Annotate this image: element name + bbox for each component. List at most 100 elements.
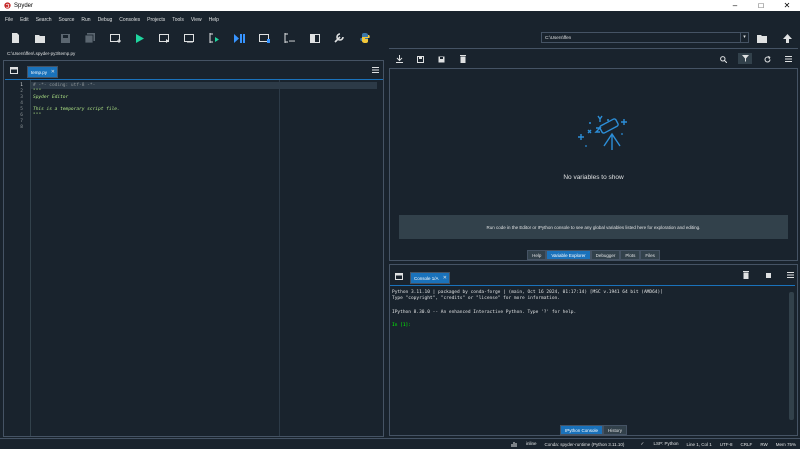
- tab-plots[interactable]: Plots: [620, 250, 641, 260]
- console-line: Type "copyright", "credits" or "license"…: [392, 296, 560, 301]
- save-data-icon[interactable]: [415, 54, 425, 64]
- chevron-down-icon[interactable]: ▾: [740, 33, 748, 42]
- browse-tabs-icon[interactable]: [394, 271, 404, 281]
- console-tab-label: Console 1/A: [414, 275, 439, 281]
- inline-plots-status[interactable]: inline: [510, 441, 536, 448]
- conda-env-status[interactable]: Conda: spyder-runtime (Python 3.11.10): [544, 442, 624, 447]
- encoding-status: UTF-8: [719, 441, 733, 447]
- save-data-as-icon[interactable]: [437, 54, 447, 64]
- new-file-icon[interactable]: [9, 32, 21, 44]
- line-number: 2: [20, 89, 23, 94]
- permissions-status: RW: [760, 441, 768, 447]
- filter-icon[interactable]: [738, 53, 752, 64]
- lsp-status[interactable]: ✓ LSP: Python: [632, 441, 678, 447]
- lsp-label: LSP: Python: [653, 441, 679, 446]
- variable-explorer-toolbar: [389, 49, 798, 69]
- code-line-comment: # -*- coding: utf-8 -*-: [33, 83, 96, 88]
- menu-projects[interactable]: Projects: [147, 17, 165, 23]
- close-tab-icon[interactable]: ✕: [51, 69, 55, 75]
- tab-ipython-console[interactable]: IPython Console: [559, 425, 603, 435]
- memory-status: Mem 75%: [775, 441, 796, 447]
- remove-all-variables-icon[interactable]: [741, 270, 751, 280]
- options-menu-icon[interactable]: [785, 270, 795, 280]
- status-bar: inline Conda: spyder-runtime (Python 3.1…: [0, 438, 800, 449]
- code-line-docstring: Spyder Editor: [33, 95, 69, 100]
- menu-debug[interactable]: Debug: [98, 17, 113, 23]
- tab-history[interactable]: History: [603, 425, 628, 435]
- menu-view[interactable]: View: [191, 17, 202, 23]
- options-menu-icon[interactable]: [783, 54, 793, 64]
- menu-file[interactable]: File: [5, 17, 13, 23]
- import-data-icon[interactable]: [394, 54, 404, 64]
- save-file-icon[interactable]: [59, 32, 71, 44]
- parent-directory-icon[interactable]: [781, 32, 793, 44]
- stop-kernel-icon[interactable]: [763, 270, 773, 280]
- edge-line: [279, 80, 280, 436]
- line-number: 7: [20, 119, 23, 124]
- search-icon[interactable]: [718, 54, 728, 64]
- open-file-icon[interactable]: [34, 32, 46, 44]
- spyder-logo-icon: [4, 2, 11, 9]
- gutter-divider: [30, 80, 31, 436]
- close-icon[interactable]: ✕: [774, 0, 800, 11]
- editor-tab-temp[interactable]: temp.py ✕: [27, 66, 58, 78]
- console-scrollbar[interactable]: [789, 292, 794, 420]
- line-number: 3: [20, 95, 23, 100]
- menu-search[interactable]: Search: [36, 17, 52, 23]
- console-output[interactable]: [390, 285, 795, 421]
- save-all-icon[interactable]: [84, 32, 96, 44]
- code-line-docstring: """: [33, 89, 42, 94]
- window-title: Spyder: [14, 2, 34, 9]
- debug-cell-icon[interactable]: [258, 32, 270, 44]
- menu-run[interactable]: Run: [81, 17, 90, 23]
- console-tab[interactable]: Console 1/A ✕: [410, 272, 450, 284]
- menu-edit[interactable]: Edit: [20, 17, 29, 23]
- pane-splitter[interactable]: [385, 48, 388, 437]
- check-icon: ✓: [640, 441, 645, 446]
- remove-all-variables-icon[interactable]: [458, 54, 468, 64]
- maximize-icon[interactable]: □: [748, 0, 774, 11]
- editor-tab-label: temp.py: [31, 69, 48, 75]
- code-editor[interactable]: [5, 79, 383, 436]
- line-number: 8: [20, 125, 23, 130]
- tab-debugger[interactable]: Debugger: [590, 250, 621, 260]
- menu-tools[interactable]: Tools: [172, 17, 184, 23]
- right-pane-tabbar: Help Variable Explorer Debugger Plots Fi…: [389, 250, 798, 262]
- create-cell-icon[interactable]: [109, 32, 121, 44]
- run-selection-icon[interactable]: [208, 32, 220, 44]
- debug-file-icon[interactable]: [233, 32, 245, 44]
- line-number-gutter: 1 2 3 4 5 6 7 8: [5, 80, 30, 436]
- maximize-pane-icon[interactable]: [309, 32, 321, 44]
- console-line: Python 3.11.10 | packaged by conda-forge…: [392, 290, 663, 295]
- eol-status: CRLF: [740, 441, 753, 447]
- close-tab-icon[interactable]: ✕: [443, 275, 447, 281]
- menu-help[interactable]: Help: [209, 17, 219, 23]
- code-line-docstring: This is a temporary script file.: [33, 107, 120, 112]
- python-path-manager-icon[interactable]: [359, 32, 371, 44]
- tab-variable-explorer[interactable]: Variable Explorer: [546, 250, 591, 260]
- console-line: IPython 8.30.0 -- An enhanced Interactiv…: [392, 310, 577, 315]
- tab-help[interactable]: Help: [527, 250, 547, 260]
- debug-selection-icon[interactable]: [283, 32, 295, 44]
- line-number: 1: [20, 83, 23, 88]
- editor-file-path: C:\Users\ffen\.spyder-py3\temp.py: [7, 51, 76, 56]
- minimize-icon[interactable]: –: [722, 0, 748, 11]
- preferences-wrench-icon[interactable]: [333, 32, 345, 44]
- run-file-icon[interactable]: [134, 32, 146, 44]
- run-cell-advance-icon[interactable]: [183, 32, 195, 44]
- browse-tabs-icon[interactable]: [9, 65, 19, 75]
- tab-files[interactable]: Files: [640, 250, 660, 260]
- working-directory-input[interactable]: C:\Users\ffen ▾: [541, 32, 749, 43]
- line-number: 6: [20, 113, 23, 118]
- line-number: 5: [20, 107, 23, 112]
- cursor-position-status: Line 1, Col 1: [686, 441, 712, 447]
- menu-source[interactable]: Source: [59, 17, 75, 23]
- run-cell-icon[interactable]: [158, 32, 170, 44]
- browse-folder-icon[interactable]: [756, 32, 768, 44]
- empty-state-message: No variables to show: [563, 174, 624, 181]
- refresh-icon[interactable]: [762, 54, 772, 64]
- menu-consoles[interactable]: Consoles: [119, 17, 140, 23]
- options-menu-icon[interactable]: [370, 65, 380, 75]
- console-prompt[interactable]: In [1]:: [392, 323, 411, 328]
- code-line-docstring: """: [33, 113, 42, 118]
